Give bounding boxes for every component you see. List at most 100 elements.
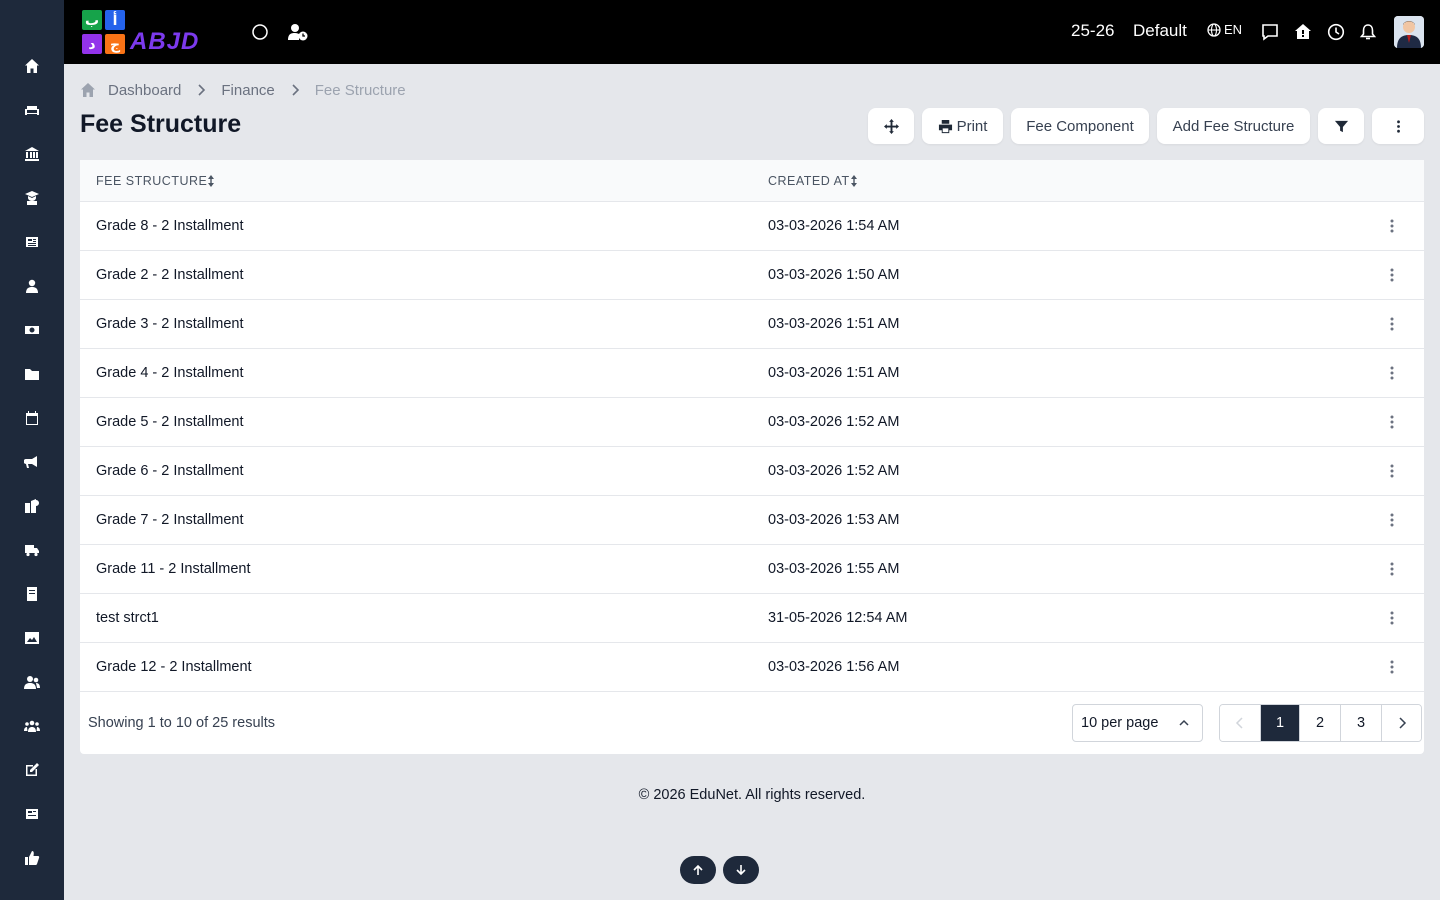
created-at: 03-03-2026 1:53 AM [768, 512, 900, 528]
bank-icon[interactable] [22, 144, 42, 164]
created-at: 31-05-2026 12:54 AM [768, 610, 908, 626]
newspaper-icon[interactable] [22, 232, 42, 252]
fee-structure-name: Grade 4 - 2 Installment [96, 365, 244, 381]
chevron-right-icon [197, 84, 207, 96]
avatar[interactable] [1394, 16, 1424, 48]
created-at: 03-03-2026 1:50 AM [768, 267, 900, 283]
clock-icon[interactable] [1325, 21, 1347, 43]
per-page-select[interactable]: 10 per page [1072, 704, 1203, 742]
row-actions-icon[interactable] [1382, 461, 1402, 481]
table-row[interactable]: Grade 5 - 2 Installment 03-03-2026 1:52 … [80, 398, 1424, 447]
user-tie-icon[interactable] [22, 276, 42, 296]
home-alert-icon[interactable] [1292, 21, 1314, 43]
top-bar: ب أ د ج ABJD 25-26 Default EN [64, 0, 1440, 64]
prev-page-button[interactable] [1220, 705, 1261, 741]
sidebar [0, 0, 64, 900]
users-icon[interactable] [22, 672, 42, 692]
group-icon[interactable] [22, 716, 42, 736]
logo-tile: ب [82, 10, 102, 30]
folder-icon[interactable] [22, 364, 42, 384]
printer-icon [938, 119, 952, 133]
table-header: FEE STRUCTURE CREATED AT [80, 160, 1424, 202]
created-at: 03-03-2026 1:51 AM [768, 365, 900, 381]
page-button-3[interactable]: 3 [1341, 705, 1382, 741]
created-at: 03-03-2026 1:52 AM [768, 414, 900, 430]
filter-icon [1334, 120, 1348, 132]
row-actions-icon[interactable] [1382, 363, 1402, 383]
truck-icon[interactable] [22, 540, 42, 560]
fee-structure-name: Grade 5 - 2 Installment [96, 414, 244, 430]
status-circle-icon[interactable] [248, 20, 272, 44]
school-icon[interactable] [22, 496, 42, 516]
scroll-down-button[interactable] [723, 856, 759, 884]
user-clock-icon[interactable] [286, 20, 310, 44]
fee-component-button[interactable]: Fee Component [1011, 108, 1149, 144]
chevron-right-icon [291, 84, 301, 96]
page-button-1[interactable]: 1 [1261, 705, 1300, 741]
row-actions-icon[interactable] [1382, 216, 1402, 236]
row-actions-icon[interactable] [1382, 608, 1402, 628]
more-options-button[interactable] [1372, 108, 1424, 144]
fee-structure-name: Grade 3 - 2 Installment [96, 316, 244, 332]
print-button[interactable]: Print [922, 108, 1003, 144]
table-row[interactable]: Grade 2 - 2 Installment 03-03-2026 1:50 … [80, 251, 1424, 300]
home-icon[interactable] [22, 56, 42, 76]
column-header-fee-structure[interactable]: FEE STRUCTURE [96, 174, 215, 188]
home-icon[interactable] [80, 82, 96, 98]
logo-wordmark: ABJD [130, 28, 200, 55]
table-row[interactable]: Grade 12 - 2 Installment 03-03-2026 1:56… [80, 643, 1424, 692]
megaphone-icon[interactable] [22, 452, 42, 472]
footer-copyright: © 2026 EduNet. All rights reserved. [638, 787, 866, 803]
logo-tile: ج [105, 34, 125, 54]
row-actions-icon[interactable] [1382, 559, 1402, 579]
report-icon[interactable] [22, 804, 42, 824]
page-button-2[interactable]: 2 [1300, 705, 1341, 741]
filter-button[interactable] [1318, 108, 1364, 144]
drag-button[interactable] [868, 108, 914, 144]
fee-structure-table-card: FEE STRUCTURE CREATED AT Grade 8 - 2 Ins… [80, 160, 1424, 754]
sofa-icon[interactable] [22, 100, 42, 120]
table-row[interactable]: test strct1 31-05-2026 12:54 AM [80, 594, 1424, 643]
row-actions-icon[interactable] [1382, 657, 1402, 677]
breadcrumb-dashboard[interactable]: Dashboard [108, 82, 181, 99]
breadcrumb: Dashboard Finance Fee Structure [80, 80, 406, 100]
language-selector[interactable]: EN [1207, 22, 1242, 37]
column-header-created-at[interactable]: CREATED AT [768, 174, 858, 188]
image-icon[interactable] [22, 628, 42, 648]
pagination: 1 2 3 [1219, 704, 1422, 742]
chevron-right-icon [1398, 717, 1406, 729]
calendar-icon[interactable] [22, 408, 42, 428]
edit-icon[interactable] [22, 760, 42, 780]
chat-icon[interactable] [1259, 21, 1281, 43]
row-actions-icon[interactable] [1382, 412, 1402, 432]
next-page-button[interactable] [1382, 705, 1421, 741]
fee-structure-name: test strct1 [96, 610, 159, 626]
academic-year[interactable]: 25-26 [1071, 21, 1114, 41]
fee-structure-name: Grade 8 - 2 Installment [96, 218, 244, 234]
page-title: Fee Structure [80, 110, 242, 138]
column-header-label: FEE STRUCTURE [96, 174, 208, 188]
thumbs-up-icon[interactable] [22, 848, 42, 868]
graduate-icon[interactable] [22, 188, 42, 208]
money-icon[interactable] [22, 320, 42, 340]
chevron-left-icon [1235, 717, 1243, 729]
row-actions-icon[interactable] [1382, 510, 1402, 530]
table-row[interactable]: Grade 8 - 2 Installment 03-03-2026 1:54 … [80, 202, 1424, 251]
app-logo[interactable]: ب أ د ج ABJD [80, 8, 226, 56]
breadcrumb-finance[interactable]: Finance [221, 82, 274, 99]
table-row[interactable]: Grade 3 - 2 Installment 03-03-2026 1:51 … [80, 300, 1424, 349]
table-row[interactable]: Grade 7 - 2 Installment 03-03-2026 1:53 … [80, 496, 1424, 545]
bell-icon[interactable] [1357, 21, 1379, 43]
created-at: 03-03-2026 1:56 AM [768, 659, 900, 675]
table-row[interactable]: Grade 11 - 2 Installment 03-03-2026 1:55… [80, 545, 1424, 594]
results-summary: Showing 1 to 10 of 25 results [88, 715, 276, 731]
table-row[interactable]: Grade 4 - 2 Installment 03-03-2026 1:51 … [80, 349, 1424, 398]
table-row[interactable]: Grade 6 - 2 Installment 03-03-2026 1:52 … [80, 447, 1424, 496]
add-fee-structure-button[interactable]: Add Fee Structure [1157, 108, 1310, 144]
row-actions-icon[interactable] [1382, 265, 1402, 285]
arrow-up-icon [693, 864, 703, 875]
profile-selector[interactable]: Default [1133, 21, 1187, 41]
row-actions-icon[interactable] [1382, 314, 1402, 334]
scroll-up-button[interactable] [680, 856, 716, 884]
book-icon[interactable] [22, 584, 42, 604]
